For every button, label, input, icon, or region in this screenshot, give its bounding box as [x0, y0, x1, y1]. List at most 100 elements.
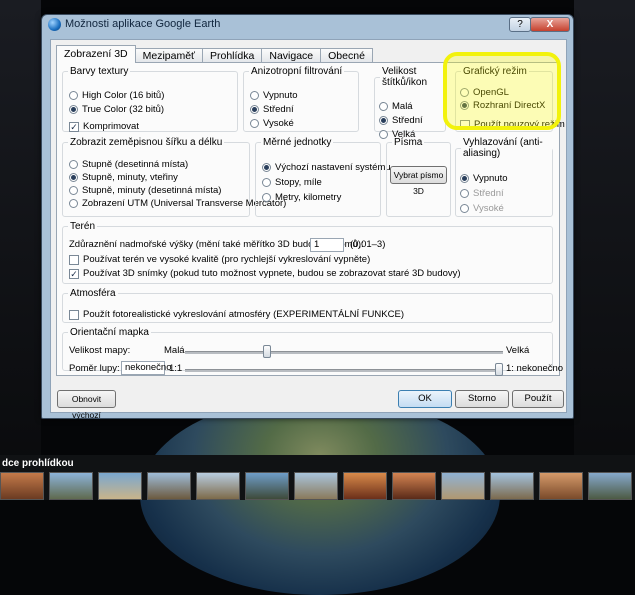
radio-indicator[interactable] [69, 186, 78, 195]
map-size-min-label: Malá [164, 345, 185, 356]
radio-units-feet-miles[interactable]: Stopy, míle [262, 177, 322, 188]
radio-indicator[interactable] [69, 173, 78, 182]
radio-units-system[interactable]: Výchozí nastavení systému [262, 162, 391, 173]
title-bar[interactable]: Možnosti aplikace Google Earth ? X [42, 15, 573, 35]
option-label: Metry, kilometry [275, 192, 342, 203]
radio-label-medium[interactable]: Střední [379, 115, 423, 126]
close-button[interactable]: X [530, 17, 570, 32]
thumbnail[interactable] [294, 472, 338, 500]
tab-navigation[interactable]: Navigace [261, 48, 322, 63]
group-title: Anizotropní filtrování [251, 66, 343, 77]
overview-map-group: Orientační mapka Velikost mapy: Malá Vel… [62, 327, 563, 376]
zoom-ratio-slider-thumb[interactable] [495, 363, 503, 376]
map-size-slider-thumb[interactable] [262, 345, 271, 358]
option-label: Používat terén ve vysoké kvalitě (pro ry… [83, 254, 371, 265]
thumbnail[interactable] [588, 472, 632, 500]
thumbnail[interactable] [441, 472, 485, 500]
option-label: Malá [392, 101, 413, 112]
radio-indicator[interactable] [460, 204, 469, 213]
tab-cache[interactable]: Mezipaměť [134, 48, 203, 63]
thumbnail[interactable] [490, 472, 534, 500]
radio-aa-off[interactable]: Vypnuto [460, 173, 508, 184]
zoom-ratio-input[interactable]: nekonečno [121, 361, 171, 375]
thumbnail[interactable] [0, 472, 44, 500]
tab-bar: Zobrazení 3D Mezipaměť Prohlídka Navigac… [56, 45, 373, 63]
ok-button[interactable]: OK [398, 390, 452, 408]
option-label: Vysoké [473, 203, 504, 214]
thumbnail[interactable] [245, 472, 289, 500]
option-label: Používat 3D snímky (pokud tuto možnost v… [83, 268, 461, 279]
select-3d-font-button[interactable]: Vybrat písmo 3D [390, 166, 447, 196]
label-size-group: Velikost štítků/ikon Malá Střední Velká [374, 66, 446, 140]
radio-indicator[interactable] [460, 189, 469, 198]
option-label: Vypnuto [263, 90, 298, 101]
checkbox-indicator[interactable]: ✓ [69, 268, 79, 279]
radio-indicator[interactable] [69, 160, 78, 169]
radio-degrees-decimal[interactable]: Stupně (desetinná místa) [69, 159, 188, 170]
tab-tour[interactable]: Prohlídka [202, 48, 263, 63]
high-quality-terrain-checkbox[interactable]: Používat terén ve vysoké kvalitě (pro ry… [69, 254, 370, 265]
thumbnail[interactable] [49, 472, 93, 500]
radio-indicator[interactable] [69, 199, 78, 208]
zoom-ratio-slider[interactable] [185, 369, 503, 372]
group-title: Písma [394, 137, 423, 148]
thumbnail[interactable] [98, 472, 142, 500]
anisotropic-filtering-group: Anizotropní filtrování Vypnuto Střední V… [243, 66, 359, 132]
option-label: Stupně, minuty, vteřiny [82, 172, 178, 183]
radio-indicator[interactable] [262, 193, 271, 202]
radio-degrees-minutes-seconds[interactable]: Stupně, minuty, vteřiny [69, 172, 178, 183]
radio-aniso-off[interactable]: Vypnuto [250, 90, 298, 101]
radio-indicator[interactable] [250, 105, 259, 114]
checkbox-indicator[interactable] [69, 254, 79, 265]
checkbox-indicator[interactable]: ✓ [69, 121, 79, 132]
thumbnail[interactable] [196, 472, 240, 500]
texture-colors-group: Barvy textury High Color (16 bitů) True … [62, 66, 238, 132]
cancel-button[interactable]: Storno [455, 390, 509, 408]
radio-true-color[interactable]: True Color (32 bitů) [69, 104, 164, 115]
radio-indicator[interactable] [69, 105, 78, 114]
lat-long-group: Zobrazit zeměpisnou šířku a délku Stupně… [62, 137, 286, 217]
restore-defaults-button[interactable]: Obnovit výchozí [57, 390, 116, 420]
radio-indicator[interactable] [250, 91, 259, 100]
radio-indicator[interactable] [379, 102, 388, 111]
radio-aa-medium[interactable]: Střední [460, 188, 504, 199]
radio-aa-high[interactable]: Vysoké [460, 203, 504, 214]
thumbnail[interactable] [539, 472, 583, 500]
radio-aniso-medium[interactable]: Střední [250, 104, 294, 115]
radio-indicator[interactable] [379, 116, 388, 125]
option-label: Stopy, míle [275, 177, 322, 188]
radio-indicator[interactable] [69, 91, 78, 100]
radio-indicator[interactable] [262, 178, 271, 187]
window-title: Možnosti aplikace Google Earth [65, 18, 221, 30]
compress-checkbox[interactable]: ✓ Komprimovat [69, 121, 139, 132]
radio-high-color[interactable]: High Color (16 bitů) [69, 90, 164, 101]
radio-units-meters[interactable]: Metry, kilometry [262, 192, 341, 203]
radio-utm[interactable]: Zobrazení UTM (Universal Transverse Merc… [69, 198, 286, 209]
thumbnail[interactable] [343, 472, 387, 500]
atmosphere-group: Atmosféra Použít fotorealistické vykresl… [62, 288, 553, 323]
checkbox-indicator[interactable] [69, 309, 79, 320]
group-title: Orientační mapka [70, 327, 149, 338]
help-button[interactable]: ? [509, 17, 531, 32]
3d-imagery-checkbox[interactable]: ✓ Používat 3D snímky (pokud tuto možnost … [69, 268, 461, 279]
radio-degrees-minutes-decimal[interactable]: Stupně, minuty (desetinná místa) [69, 185, 221, 196]
radio-label-small[interactable]: Malá [379, 101, 413, 112]
option-label: Vypnuto [473, 173, 508, 184]
option-label: Komprimovat [83, 121, 139, 132]
terrain-group: Terén Zdůraznění nadmořské výšky (mění t… [62, 221, 553, 284]
radio-indicator[interactable] [460, 174, 469, 183]
tab-3d-view[interactable]: Zobrazení 3D [56, 45, 136, 63]
apply-button[interactable]: Použít [512, 390, 564, 408]
option-label: Použít fotorealistické vykreslování atmo… [83, 309, 404, 320]
group-title: Barvy textury [70, 66, 129, 77]
radio-indicator[interactable] [262, 163, 271, 172]
radio-aniso-high[interactable]: Vysoké [250, 118, 294, 129]
radio-indicator[interactable] [250, 119, 259, 128]
photoreal-atmosphere-checkbox[interactable]: Použít fotorealistické vykreslování atmo… [69, 309, 404, 320]
thumbnail[interactable] [392, 472, 436, 500]
tab-general[interactable]: Obecné [320, 48, 373, 63]
map-size-slider[interactable] [185, 351, 503, 354]
group-title: Terén [70, 221, 96, 232]
elevation-exaggeration-input[interactable]: 1 [310, 238, 344, 252]
thumbnail[interactable] [147, 472, 191, 500]
